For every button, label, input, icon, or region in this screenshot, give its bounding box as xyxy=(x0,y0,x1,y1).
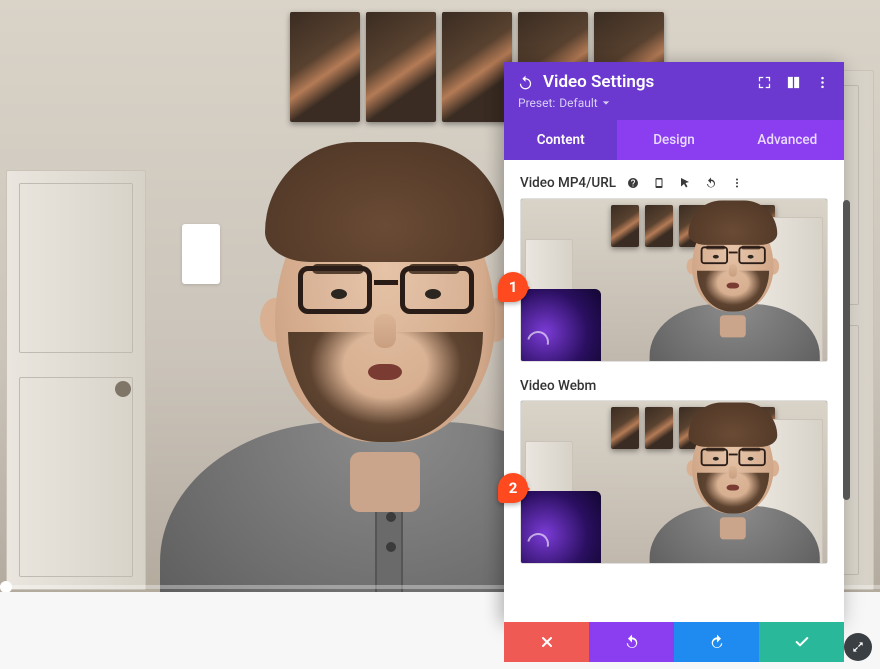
field-video-webm: Video Webm xyxy=(520,378,828,564)
field-label-webm: Video Webm xyxy=(520,378,596,394)
undo-button[interactable] xyxy=(589,622,674,662)
panel-body: Video MP4/URL xyxy=(504,160,844,622)
check-icon xyxy=(794,634,810,650)
back-icon[interactable] xyxy=(518,75,533,90)
panel-scrollbar[interactable] xyxy=(843,200,850,500)
mp4-video-thumbnail[interactable] xyxy=(520,198,828,362)
panel-footer xyxy=(504,622,844,662)
save-button[interactable] xyxy=(759,622,844,662)
field-label-mp4: Video MP4/URL xyxy=(520,175,616,191)
annotation-marker-2: 2 xyxy=(498,473,528,503)
expand-icon[interactable] xyxy=(757,75,772,90)
preset-value: Default xyxy=(559,96,597,110)
cancel-button[interactable] xyxy=(504,622,589,662)
video-settings-panel: Video Settings Preset: Default Content D… xyxy=(504,62,844,622)
reset-icon[interactable] xyxy=(702,174,720,192)
progress-knob[interactable] xyxy=(0,581,12,592)
tab-advanced[interactable]: Advanced xyxy=(731,120,844,160)
preset-label: Preset: xyxy=(518,96,555,110)
close-icon xyxy=(539,634,555,650)
field-video-mp4: Video MP4/URL xyxy=(520,174,828,362)
column-layout-icon[interactable] xyxy=(786,75,801,90)
redo-icon xyxy=(709,634,725,650)
more-icon[interactable] xyxy=(815,75,830,90)
field-more-icon[interactable] xyxy=(728,174,746,192)
annotation-number: 2 xyxy=(509,479,518,497)
annotation-number: 1 xyxy=(509,278,518,296)
help-icon[interactable] xyxy=(624,174,642,192)
redo-button[interactable] xyxy=(674,622,759,662)
undo-icon xyxy=(624,634,640,650)
webm-video-thumbnail[interactable] xyxy=(520,400,828,564)
cursor-icon[interactable] xyxy=(676,174,694,192)
panel-header: Video Settings Preset: Default xyxy=(504,62,844,120)
tab-design[interactable]: Design xyxy=(617,120,730,160)
tab-content[interactable]: Content xyxy=(504,120,617,160)
panel-title: Video Settings xyxy=(543,72,747,92)
settings-tabs: Content Design Advanced xyxy=(504,120,844,160)
annotation-marker-1: 1 xyxy=(498,272,528,302)
phone-icon[interactable] xyxy=(650,174,668,192)
expand-diagonal-icon xyxy=(851,640,865,654)
chevron-down-icon xyxy=(602,99,610,107)
preset-selector[interactable]: Preset: Default xyxy=(518,96,830,110)
page-expand-button[interactable] xyxy=(844,633,872,661)
